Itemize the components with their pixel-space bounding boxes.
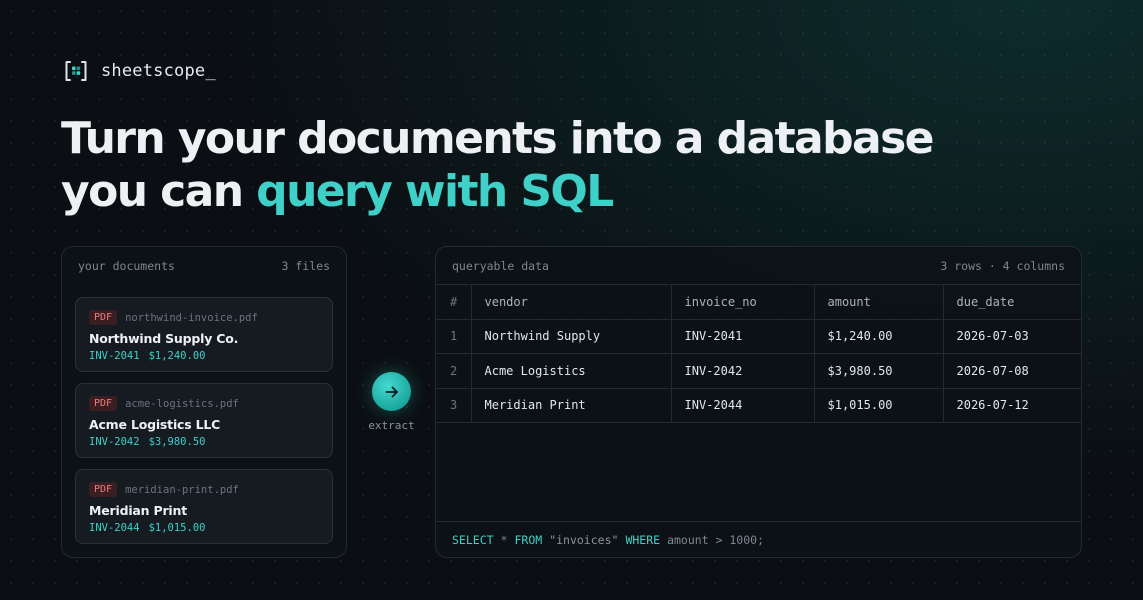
sql-keyword-where: WHERE (625, 533, 661, 547)
column-header-vendor[interactable]: vendor (470, 284, 671, 319)
headline: Turn your documents into a database you … (61, 112, 935, 218)
cell-invoice-no: INV-2042 (670, 353, 814, 388)
sql-star: * (500, 533, 508, 547)
document-filename: acme-logistics.pdf (125, 397, 239, 410)
cell-vendor: Acme Logistics (470, 353, 671, 388)
document-card-top: PDF acme-logistics.pdf (89, 396, 239, 411)
documents-file-count: 3 files (281, 258, 330, 273)
cell-vendor: Meridian Print (470, 387, 671, 423)
table-row[interactable]: 2 Acme Logistics INV-2042 $3,980.50 2026… (436, 353, 1081, 388)
data-panel-title: queryable data (452, 258, 549, 273)
sql-table-name: "invoices" (549, 533, 619, 547)
arrow-right-icon (385, 386, 398, 397)
sql-query-input[interactable]: SELECT * FROM "invoices" WHERE amount > … (436, 521, 1081, 557)
extract-button[interactable] (372, 372, 411, 411)
cell-vendor: Northwind Supply (470, 318, 671, 354)
documents-panel: your documents 3 files PDF northwind-inv… (61, 246, 347, 558)
column-header-index[interactable]: # (436, 284, 471, 319)
headline-line-2: you can query with SQL (61, 165, 933, 218)
pdf-badge: PDF (89, 310, 118, 325)
document-filename: northwind-invoice.pdf (125, 311, 258, 324)
document-meta: INV-2042 $3,980.50 (89, 436, 205, 448)
data-panel-header: queryable data 3 rows · 4 columns (436, 247, 1081, 284)
document-card-northwind[interactable]: PDF northwind-invoice.pdf Northwind Supp… (75, 297, 333, 372)
cell-invoice-no: INV-2041 (670, 318, 814, 354)
cell-index: 2 (436, 353, 471, 388)
cell-amount: $3,980.50 (813, 353, 943, 388)
document-filename: meridian-print.pdf (125, 483, 239, 496)
headline-line-1: Turn your documents into a database (61, 113, 935, 164)
document-company: Acme Logistics LLC (89, 417, 221, 432)
table-row[interactable]: 3 Meridian Print INV-2044 $1,015.00 2026… (436, 387, 1081, 423)
document-amount: $1,240.00 (148, 350, 206, 362)
documents-panel-header: your documents 3 files (62, 247, 346, 284)
table-row[interactable]: 1 Northwind Supply INV-2041 $1,240.00 20… (436, 318, 1081, 354)
pdf-badge: PDF (89, 396, 118, 411)
document-company: Northwind Supply Co. (89, 331, 239, 346)
document-card-top: PDF meridian-print.pdf (89, 482, 239, 497)
documents-panel-title: your documents (78, 258, 175, 273)
headline-accent: query with SQL (256, 166, 614, 217)
data-table: # vendor invoice_no amount due_date 1 No… (436, 284, 1081, 423)
cell-due-date: 2026-07-03 (942, 318, 1081, 354)
sql-keyword-select: SELECT (452, 533, 494, 547)
brand-name: sheetscope_ (101, 61, 216, 81)
document-invoice-no: INV-2042 (89, 436, 140, 448)
document-card-acme[interactable]: PDF acme-logistics.pdf Acme Logistics LL… (75, 383, 333, 458)
document-company: Meridian Print (89, 503, 187, 518)
document-card-top: PDF northwind-invoice.pdf (89, 310, 258, 325)
extract-label: extract (368, 419, 415, 432)
headline-plain: you can (61, 166, 257, 217)
cell-amount: $1,015.00 (813, 387, 943, 423)
column-header-invoice-no[interactable]: invoice_no (670, 284, 814, 319)
pdf-badge: PDF (89, 482, 118, 497)
document-meta: INV-2041 $1,240.00 (89, 350, 205, 362)
cell-index: 3 (436, 387, 471, 423)
column-header-due-date[interactable]: due_date (942, 284, 1081, 319)
document-amount: $1,015.00 (148, 522, 206, 534)
cell-invoice-no: INV-2044 (670, 387, 814, 423)
queryable-data-panel: queryable data 3 rows · 4 columns # vend… (435, 246, 1082, 558)
bracket-grid-logo-icon (65, 61, 87, 81)
cell-due-date: 2026-07-08 (942, 353, 1081, 388)
document-meta: INV-2044 $1,015.00 (89, 522, 205, 534)
document-invoice-no: INV-2041 (89, 350, 140, 362)
document-card-meridian[interactable]: PDF meridian-print.pdf Meridian Print IN… (75, 469, 333, 544)
table-header-row: # vendor invoice_no amount due_date (436, 284, 1081, 319)
sql-keyword-from: FROM (514, 533, 543, 547)
cell-index: 1 (436, 318, 471, 354)
data-panel-summary: 3 rows · 4 columns (940, 258, 1065, 273)
sql-condition: amount > 1000; (667, 533, 764, 547)
document-invoice-no: INV-2044 (89, 522, 140, 534)
cell-amount: $1,240.00 (813, 318, 943, 354)
cell-due-date: 2026-07-12 (942, 387, 1081, 423)
document-amount: $3,980.50 (148, 436, 206, 448)
column-header-amount[interactable]: amount (813, 284, 943, 319)
brand: sheetscope_ (63, 58, 216, 84)
